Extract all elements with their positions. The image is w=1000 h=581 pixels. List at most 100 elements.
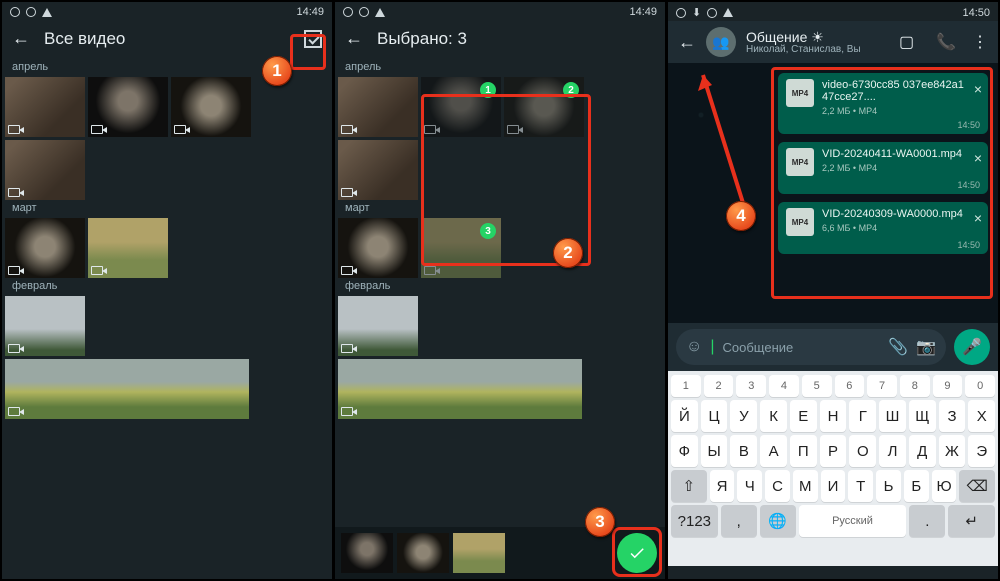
confirm-fab[interactable]: [617, 533, 657, 573]
key[interactable]: А: [760, 435, 787, 467]
key[interactable]: Ж: [939, 435, 966, 467]
group-avatar[interactable]: 👥: [706, 27, 736, 57]
videocall-icon[interactable]: ▢: [899, 32, 914, 52]
num-key[interactable]: 8: [900, 375, 930, 397]
emoji-icon[interactable]: ☺: [686, 338, 702, 356]
cancel-upload-icon[interactable]: ×: [974, 150, 982, 166]
key[interactable]: П: [790, 435, 817, 467]
video-thumb[interactable]: [338, 359, 582, 419]
key[interactable]: О: [849, 435, 876, 467]
phone-whatsapp-chat: ⬇ 14:50 ← 👥 Общение ☀ Николай, Станислав…: [668, 2, 998, 579]
key[interactable]: И: [821, 470, 846, 502]
key[interactable]: Ь: [876, 470, 901, 502]
chat-title: Общение ☀: [746, 30, 883, 44]
file-message[interactable]: MP4 VID-20240309-WA0000.mp4 6,6 МБ • MP4…: [778, 202, 988, 254]
num-key[interactable]: 7: [867, 375, 897, 397]
backspace-key[interactable]: ⌫: [959, 470, 995, 502]
video-thumb[interactable]: [171, 77, 251, 137]
video-thumb[interactable]: [5, 77, 85, 137]
key[interactable]: Т: [848, 470, 873, 502]
attach-icon[interactable]: 📎: [888, 337, 908, 357]
status-icon: [343, 7, 353, 17]
back-icon[interactable]: ←: [345, 28, 363, 49]
key[interactable]: Р: [820, 435, 847, 467]
strip-thumb[interactable]: [397, 533, 449, 573]
key[interactable]: М: [793, 470, 818, 502]
video-thumb[interactable]: [5, 296, 85, 356]
key[interactable]: Д: [909, 435, 936, 467]
file-message[interactable]: MP4 VID-20240411-WA0001.mp4 2,2 МБ • MP4…: [778, 142, 988, 194]
lang-key[interactable]: 🌐: [760, 505, 796, 537]
num-key[interactable]: 5: [802, 375, 832, 397]
num-key[interactable]: 2: [704, 375, 734, 397]
app-title: Выбрано: 3: [377, 29, 467, 49]
num-key[interactable]: 9: [933, 375, 963, 397]
key[interactable]: Ц: [701, 400, 728, 432]
menu-icon[interactable]: ⋮: [972, 32, 988, 52]
mic-button[interactable]: 🎤: [954, 329, 990, 365]
key[interactable]: Ю: [932, 470, 957, 502]
num-key[interactable]: 1: [671, 375, 701, 397]
strip-thumb[interactable]: [453, 533, 505, 573]
video-thumb[interactable]: [88, 218, 168, 278]
callout-4: 4: [726, 201, 756, 231]
cancel-upload-icon[interactable]: ×: [974, 81, 982, 97]
key[interactable]: К: [760, 400, 787, 432]
num-key[interactable]: 0: [965, 375, 995, 397]
message-input[interactable]: ☺ | Сообщение 📎 📷: [676, 329, 946, 365]
video-thumb[interactable]: [5, 218, 85, 278]
key[interactable]: Х: [968, 400, 995, 432]
num-key[interactable]: 6: [835, 375, 865, 397]
key[interactable]: Й: [671, 400, 698, 432]
key[interactable]: З: [939, 400, 966, 432]
video-thumb[interactable]: [88, 77, 168, 137]
video-thumb[interactable]: [5, 359, 249, 419]
comma-key[interactable]: ,: [721, 505, 757, 537]
key[interactable]: Ы: [701, 435, 728, 467]
video-thumb[interactable]: [338, 296, 418, 356]
space-key[interactable]: Русский: [799, 505, 907, 537]
key[interactable]: Щ: [909, 400, 936, 432]
key[interactable]: Н: [820, 400, 847, 432]
dot-key[interactable]: .: [909, 505, 945, 537]
thumb-grid: [2, 296, 332, 419]
shift-key[interactable]: ⇧: [671, 470, 707, 502]
key[interactable]: Ч: [737, 470, 762, 502]
call-icon[interactable]: 📞: [936, 32, 956, 52]
phone-gallery-all: 14:49 ← Все видео 1 апрель март февраль: [2, 2, 332, 579]
file-name: VID-20240309-WA0000.mp4: [822, 208, 966, 220]
file-name: VID-20240411-WA0001.mp4: [822, 148, 966, 160]
num-key[interactable]: 3: [736, 375, 766, 397]
video-thumb[interactable]: [338, 140, 418, 200]
key[interactable]: В: [730, 435, 757, 467]
key[interactable]: Б: [904, 470, 929, 502]
key[interactable]: Е: [790, 400, 817, 432]
strip-thumb[interactable]: [341, 533, 393, 573]
chat-subtitle: Николай, Станислав, Вы: [746, 44, 883, 55]
key[interactable]: Ф: [671, 435, 698, 467]
cancel-upload-icon[interactable]: ×: [974, 210, 982, 226]
camcorder-icon: [507, 125, 519, 134]
file-message[interactable]: MP4 video-6730cc85 037ee842a147cce27....…: [778, 73, 988, 134]
back-icon[interactable]: ←: [678, 32, 696, 53]
key[interactable]: Я: [710, 470, 735, 502]
key[interactable]: Г: [849, 400, 876, 432]
key[interactable]: Ш: [879, 400, 906, 432]
multiselect-icon[interactable]: [304, 30, 322, 48]
key[interactable]: У: [730, 400, 757, 432]
video-thumb[interactable]: [5, 140, 85, 200]
video-thumb[interactable]: [338, 218, 418, 278]
camcorder-icon: [341, 266, 353, 275]
camera-icon[interactable]: 📷: [916, 337, 936, 357]
back-icon[interactable]: ←: [12, 28, 30, 49]
key[interactable]: Л: [879, 435, 906, 467]
section-header: февраль: [335, 278, 665, 296]
key[interactable]: Э: [968, 435, 995, 467]
numeric-key[interactable]: ?123: [671, 505, 718, 537]
video-thumb[interactable]: [338, 77, 418, 137]
download-icon: ⬇: [692, 6, 701, 19]
enter-key[interactable]: ↵: [948, 505, 995, 537]
num-key[interactable]: 4: [769, 375, 799, 397]
key[interactable]: С: [765, 470, 790, 502]
check-icon: [628, 544, 646, 562]
